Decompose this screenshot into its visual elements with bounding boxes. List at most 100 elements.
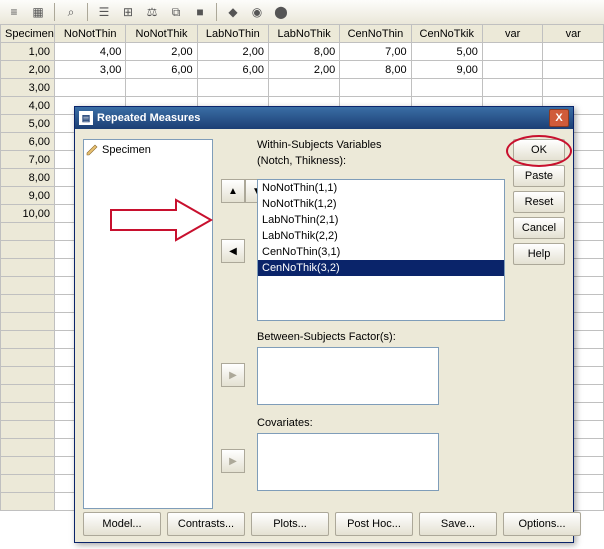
options-button[interactable]: Options... xyxy=(503,512,581,536)
add-between-button[interactable]: ▶ xyxy=(221,363,245,387)
row-header[interactable] xyxy=(1,223,55,241)
grid-cell[interactable] xyxy=(268,79,339,97)
row-header[interactable]: 8,00 xyxy=(1,169,55,187)
move-up-button[interactable]: ▲ xyxy=(221,179,245,203)
column-header[interactable]: LabNoThik xyxy=(268,25,339,43)
toolbar-separator xyxy=(87,3,88,21)
list-item[interactable]: NoNotThin(1,1) xyxy=(258,180,504,196)
row-header[interactable] xyxy=(1,421,55,439)
toolbar-icon[interactable]: ≡ xyxy=(4,2,24,22)
paste-button[interactable]: Paste xyxy=(513,165,565,187)
row-header[interactable] xyxy=(1,313,55,331)
cancel-button[interactable]: Cancel xyxy=(513,217,565,239)
column-header[interactable]: CenNoTkik xyxy=(411,25,482,43)
save-button[interactable]: Save... xyxy=(419,512,497,536)
between-subjects-list[interactable] xyxy=(257,347,439,405)
toolbar-icon[interactable]: ☰ xyxy=(94,2,114,22)
row-header[interactable]: 5,00 xyxy=(1,115,55,133)
row-header[interactable]: 10,00 xyxy=(1,205,55,223)
grid-cell[interactable] xyxy=(543,61,604,79)
row-header[interactable]: 2,00 xyxy=(1,61,55,79)
row-header[interactable]: 3,00 xyxy=(1,79,55,97)
toolbar-icon[interactable]: ▦ xyxy=(28,2,48,22)
list-item[interactable]: CenNoThin(3,1) xyxy=(258,244,504,260)
column-header[interactable]: NoNotThin xyxy=(55,25,126,43)
row-header[interactable] xyxy=(1,367,55,385)
row-header[interactable] xyxy=(1,439,55,457)
row-header[interactable] xyxy=(1,295,55,313)
list-item[interactable]: LabNoThik(2,2) xyxy=(258,228,504,244)
grid-cell[interactable]: 3,00 xyxy=(55,61,126,79)
grid-cell[interactable] xyxy=(55,79,126,97)
covariates-list[interactable] xyxy=(257,433,439,491)
add-covariate-button[interactable]: ▶ xyxy=(221,449,245,473)
grid-cell[interactable] xyxy=(482,43,543,61)
grid-cell[interactable]: 2,00 xyxy=(197,43,268,61)
row-header-column[interactable]: Specimen xyxy=(1,25,55,43)
column-header[interactable]: var xyxy=(482,25,543,43)
row-header[interactable] xyxy=(1,241,55,259)
grid-cell[interactable]: 9,00 xyxy=(411,61,482,79)
within-subjects-list[interactable]: NoNotThin(1,1)NoNotThik(1,2)LabNoThin(2,… xyxy=(257,179,505,321)
toolbar-icon[interactable]: ⊞ xyxy=(118,2,138,22)
grid-cell[interactable]: 7,00 xyxy=(340,43,411,61)
toolbar-icon[interactable]: ⧉ xyxy=(166,2,186,22)
toolbar-icon[interactable]: ⚖ xyxy=(142,2,162,22)
column-header[interactable]: NoNotThik xyxy=(126,25,197,43)
row-header[interactable] xyxy=(1,403,55,421)
column-header[interactable]: LabNoThin xyxy=(197,25,268,43)
plots-button[interactable]: Plots... xyxy=(251,512,329,536)
row-header[interactable] xyxy=(1,457,55,475)
toolbar-icon[interactable]: ■ xyxy=(190,2,210,22)
source-variable-list[interactable]: Specimen xyxy=(83,139,213,509)
toolbar-icon[interactable]: ◆ xyxy=(223,2,243,22)
posthoc-button[interactable]: Post Hoc... xyxy=(335,512,413,536)
toolbar-icon[interactable]: ⌕ xyxy=(61,2,81,22)
grid-cell[interactable]: 4,00 xyxy=(55,43,126,61)
grid-cell[interactable] xyxy=(482,79,543,97)
close-button[interactable]: X xyxy=(549,109,569,127)
row-header[interactable] xyxy=(1,493,55,511)
grid-cell[interactable]: 2,00 xyxy=(268,61,339,79)
list-item[interactable]: NoNotThik(1,2) xyxy=(258,196,504,212)
help-button[interactable]: Help xyxy=(513,243,565,265)
row-header[interactable]: 9,00 xyxy=(1,187,55,205)
list-item[interactable]: LabNoThin(2,1) xyxy=(258,212,504,228)
grid-cell[interactable] xyxy=(126,79,197,97)
grid-cell[interactable] xyxy=(543,79,604,97)
ok-button[interactable]: OK xyxy=(513,139,565,161)
row-header[interactable] xyxy=(1,277,55,295)
grid-cell[interactable]: 6,00 xyxy=(197,61,268,79)
grid-cell[interactable]: 2,00 xyxy=(126,43,197,61)
toolbar-separator xyxy=(216,3,217,21)
grid-cell[interactable]: 8,00 xyxy=(340,61,411,79)
row-header[interactable] xyxy=(1,331,55,349)
grid-cell[interactable]: 6,00 xyxy=(126,61,197,79)
grid-cell[interactable] xyxy=(411,79,482,97)
row-header[interactable]: 1,00 xyxy=(1,43,55,61)
row-header[interactable] xyxy=(1,385,55,403)
remove-within-button[interactable]: ◀ xyxy=(221,239,245,263)
row-header[interactable] xyxy=(1,349,55,367)
row-header[interactable]: 7,00 xyxy=(1,151,55,169)
column-header[interactable]: var xyxy=(543,25,604,43)
row-header[interactable]: 4,00 xyxy=(1,97,55,115)
grid-cell[interactable] xyxy=(543,43,604,61)
model-button[interactable]: Model... xyxy=(83,512,161,536)
list-item[interactable]: CenNoThik(3,2) xyxy=(258,260,504,276)
toolbar-icon[interactable]: ⬤ xyxy=(271,2,291,22)
row-header[interactable] xyxy=(1,259,55,277)
grid-cell[interactable]: 8,00 xyxy=(268,43,339,61)
grid-cell[interactable] xyxy=(482,61,543,79)
contrasts-button[interactable]: Contrasts... xyxy=(167,512,245,536)
list-item[interactable]: Specimen xyxy=(86,142,210,158)
reset-button[interactable]: Reset xyxy=(513,191,565,213)
grid-cell[interactable]: 5,00 xyxy=(411,43,482,61)
grid-cell[interactable] xyxy=(197,79,268,97)
row-header[interactable] xyxy=(1,475,55,493)
grid-cell[interactable] xyxy=(340,79,411,97)
dialog-titlebar[interactable]: ▤ Repeated Measures X xyxy=(75,107,573,129)
row-header[interactable]: 6,00 xyxy=(1,133,55,151)
toolbar-icon[interactable]: ◉ xyxy=(247,2,267,22)
column-header[interactable]: CenNoThin xyxy=(340,25,411,43)
